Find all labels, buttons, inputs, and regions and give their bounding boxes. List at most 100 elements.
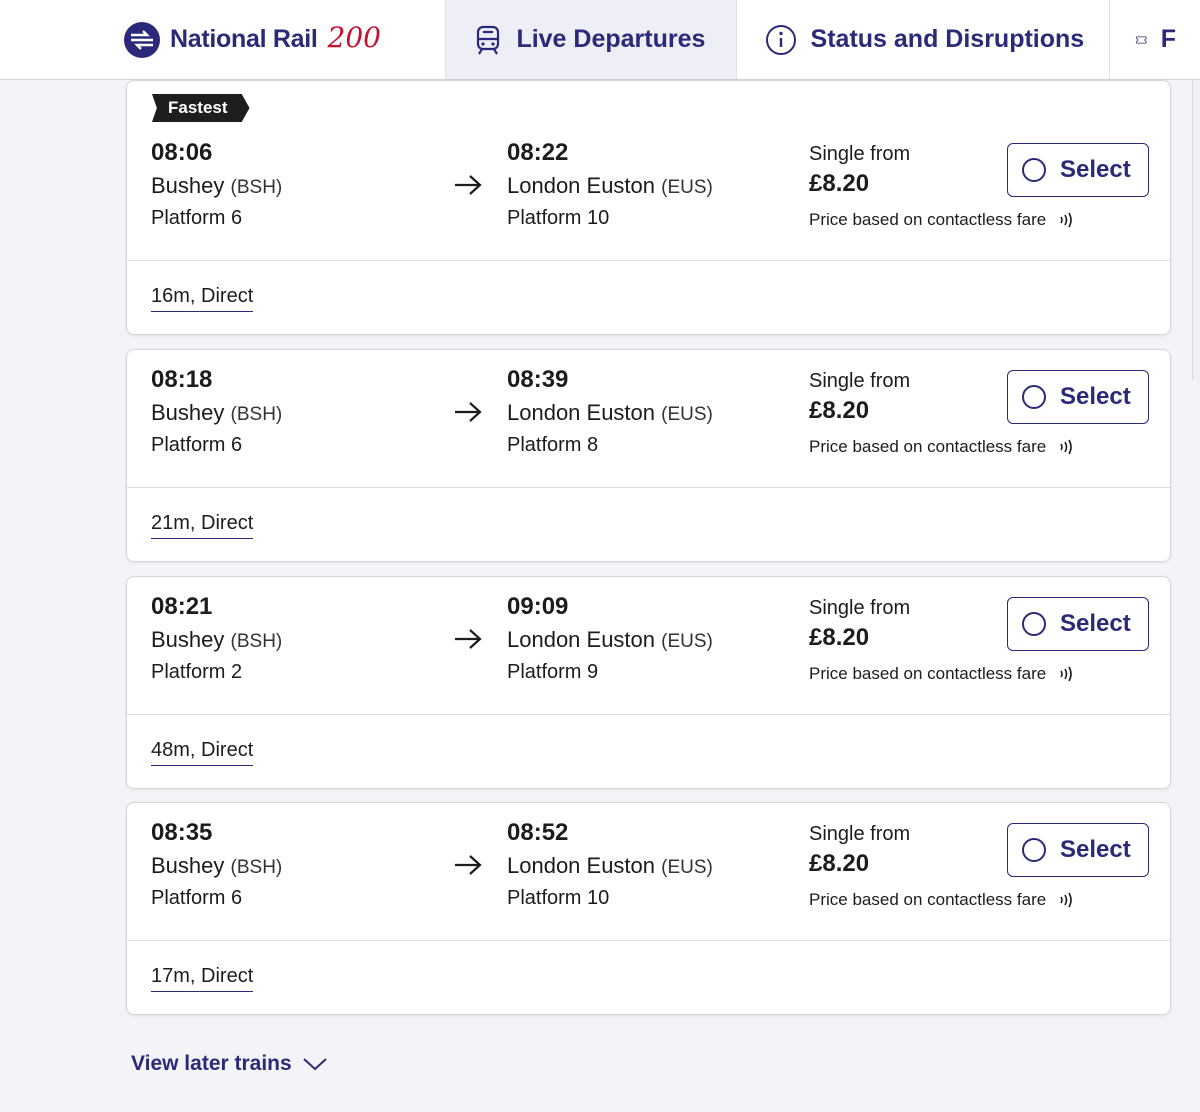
departure-platform: Platform 6 — [151, 887, 243, 909]
journey-details: 08:35 Bushey (BSH) Platform 6 08:52 Lond… — [127, 803, 1170, 941]
arrow-right-icon — [455, 175, 482, 195]
arrow-right-icon — [455, 629, 482, 649]
departure-station-name: Bushey — [151, 173, 225, 198]
departure-info: 08:06 Bushey (BSH) Platform 6 — [151, 139, 282, 230]
journey-card-4: 08:35 Bushey (BSH) Platform 6 08:52 Lond… — [126, 802, 1171, 1015]
info-icon — [765, 24, 796, 55]
arrival-station: London Euston (EUS) — [507, 627, 713, 653]
departure-station: Bushey (BSH) — [151, 173, 282, 199]
journey-card-2: 08:18 Bushey (BSH) Platform 6 08:39 Lond… — [126, 349, 1171, 562]
arrival-platform: Platform 10 — [507, 207, 610, 229]
departure-info: 08:18 Bushey (BSH) Platform 6 — [151, 366, 282, 457]
arrival-info: 09:09 London Euston (EUS) Platform 9 — [507, 593, 713, 684]
arrival-time: 08:52 — [507, 819, 569, 846]
arrow-right-icon — [455, 855, 482, 875]
arrival-station-code: (EUS) — [661, 177, 713, 198]
tab-tickets[interactable]: F — [1110, 0, 1200, 79]
arrival-info: 08:52 London Euston (EUS) Platform 10 — [507, 819, 713, 910]
brand-logo-link[interactable]: National Rail 200 — [0, 0, 447, 79]
departure-platform: Platform 2 — [151, 661, 243, 683]
fare-note-text: Price based on contactless fare — [809, 437, 1047, 456]
departure-station-name: Bushey — [151, 627, 225, 652]
tab-status-disruptions-label: Status and Disruptions — [810, 25, 1085, 53]
national-rail-logo-icon — [124, 21, 160, 58]
departure-time: 08:35 — [151, 819, 213, 846]
fare-note-text: Price based on contactless fare — [809, 210, 1047, 229]
select-journey-button[interactable]: Select — [1007, 823, 1149, 877]
fare-note: Price based on contactless fare — [809, 664, 1076, 684]
departure-station-name: Bushey — [151, 400, 225, 425]
departure-station: Bushey (BSH) — [151, 853, 282, 879]
arrival-station-name: London Euston — [507, 400, 656, 425]
journey-summary: 17m, Direct — [127, 941, 1170, 1014]
arrow-right-icon — [455, 402, 482, 422]
departure-time: 08:06 — [151, 139, 213, 166]
arrival-platform: Platform 9 — [507, 661, 599, 683]
tab-live-departures-label: Live Departures — [516, 25, 706, 53]
select-journey-button[interactable]: Select — [1007, 370, 1149, 424]
journey-duration-link[interactable]: 17m, Direct — [151, 965, 254, 992]
journey-summary: 21m, Direct — [127, 488, 1170, 561]
brand-name: National Rail — [170, 25, 318, 53]
tab-live-departures[interactable]: Live Departures — [446, 0, 737, 79]
departure-info: 08:35 Bushey (BSH) Platform 6 — [151, 819, 282, 910]
departure-station: Bushey (BSH) — [151, 400, 282, 426]
select-journey-button[interactable]: Select — [1007, 597, 1149, 651]
chevron-down-icon — [303, 1058, 327, 1071]
tab-tickets-label: F — [1160, 25, 1176, 53]
view-later-trains-button[interactable]: View later trains — [131, 1052, 328, 1076]
departure-station-code: (BSH) — [230, 177, 283, 198]
journey-card-1: Fastest 08:06 Bushey (BSH) Platform 6 08… — [126, 80, 1171, 335]
tab-status-disruptions[interactable]: Status and Disruptions — [737, 0, 1110, 79]
arrival-info: 08:22 London Euston (EUS) Platform 10 — [507, 139, 713, 230]
fare-note-text: Price based on contactless fare — [809, 664, 1047, 683]
journey-summary: 48m, Direct — [127, 715, 1170, 788]
select-label: Select — [1060, 610, 1131, 637]
radio-icon — [1022, 612, 1046, 636]
departure-platform: Platform 6 — [151, 434, 243, 456]
arrival-station: London Euston (EUS) — [507, 400, 713, 426]
arrival-station-code: (EUS) — [661, 857, 713, 878]
select-journey-button[interactable]: Select — [1007, 143, 1149, 197]
departure-station-name: Bushey — [151, 853, 225, 878]
arrival-time: 09:09 — [507, 593, 569, 620]
arrival-station-name: London Euston — [507, 173, 656, 198]
contactless-icon — [1060, 439, 1072, 455]
journey-details: 08:21 Bushey (BSH) Platform 2 09:09 Lond… — [127, 577, 1170, 715]
journey-duration-link[interactable]: 48m, Direct — [151, 739, 254, 766]
contactless-icon — [1060, 666, 1072, 682]
radio-icon — [1022, 158, 1046, 182]
journey-details: Fastest 08:06 Bushey (BSH) Platform 6 08… — [127, 81, 1170, 261]
journey-duration-link[interactable]: 21m, Direct — [151, 512, 254, 539]
arrival-platform: Platform 10 — [507, 887, 610, 909]
arrival-time: 08:39 — [507, 366, 569, 393]
select-label: Select — [1060, 383, 1131, 410]
anniversary-mark: 200 — [327, 21, 381, 54]
contactless-icon — [1060, 212, 1072, 228]
fare-note: Price based on contactless fare — [809, 890, 1076, 910]
arrival-station: London Euston (EUS) — [507, 853, 713, 879]
departure-time: 08:18 — [151, 366, 213, 393]
arrival-station: London Euston (EUS) — [507, 173, 713, 199]
radio-icon — [1022, 385, 1046, 409]
journey-summary: 16m, Direct — [127, 261, 1170, 334]
arrival-time: 08:22 — [507, 139, 569, 166]
fastest-badge: Fastest — [152, 94, 250, 122]
radio-icon — [1022, 838, 1046, 862]
journey-details: 08:18 Bushey (BSH) Platform 6 08:39 Lond… — [127, 350, 1170, 488]
departure-platform: Platform 6 — [151, 207, 243, 229]
journey-duration-link[interactable]: 16m, Direct — [151, 285, 254, 312]
arrival-info: 08:39 London Euston (EUS) Platform 8 — [507, 366, 713, 457]
ticket-icon — [1136, 36, 1147, 43]
fare-note-text: Price based on contactless fare — [809, 890, 1047, 909]
departure-station-code: (BSH) — [230, 404, 283, 425]
departure-time: 08:21 — [151, 593, 213, 620]
train-icon — [477, 25, 500, 55]
site-header: National Rail 200 Live Departures Status… — [0, 0, 1200, 80]
departure-info: 08:21 Bushey (BSH) Platform 2 — [151, 593, 282, 684]
side-panel-edge — [1192, 80, 1200, 380]
contactless-icon — [1060, 892, 1072, 908]
arrival-station-name: London Euston — [507, 627, 656, 652]
view-later-trains-label: View later trains — [131, 1052, 292, 1075]
select-label: Select — [1060, 836, 1131, 863]
